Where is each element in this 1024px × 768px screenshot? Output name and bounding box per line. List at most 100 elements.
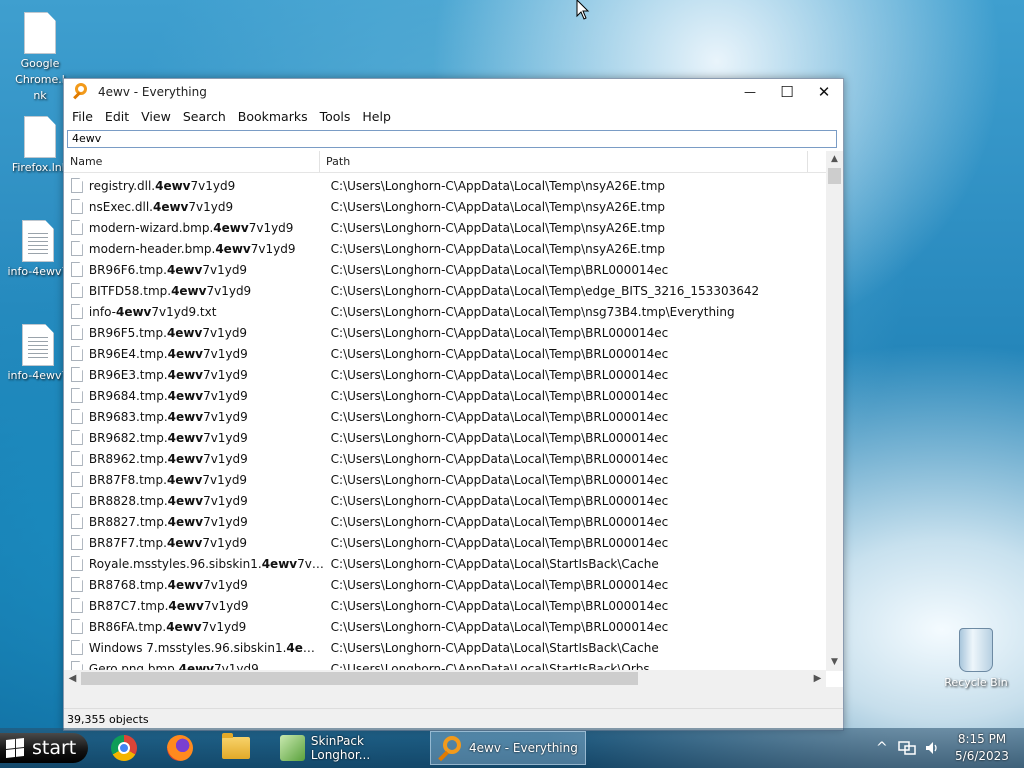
shortcut-file-icon [24, 116, 56, 158]
text-file-icon [22, 324, 54, 366]
table-row[interactable]: BR8962.tmp.4ewv7v1yd9 C:\Users\Longhorn-C… [64, 448, 826, 469]
file-icon [71, 577, 83, 592]
menu-view[interactable]: View [135, 109, 177, 124]
file-icon [71, 283, 83, 298]
table-row[interactable]: registry.dll.4ewv7v1yd9 C:\Users\Longhorn… [64, 175, 826, 196]
close-button[interactable]: ✕ [805, 79, 843, 105]
column-header: Name Path [64, 151, 843, 173]
desktop-icon-recycle-bin[interactable]: Recycle Bin [940, 628, 1012, 689]
column-path-header[interactable]: Path [320, 151, 808, 172]
file-path: C:\Users\Longhorn-C\AppData\Local\Temp\B… [330, 514, 669, 529]
file-name: Royale.msstyles.96.sibskin1.4ewv7v1yd9 [88, 556, 325, 571]
table-row[interactable]: BR87F7.tmp.4ewv7v1yd9 C:\Users\Longhorn-C… [64, 532, 826, 553]
file-name: BR87C7.tmp.4ewv7v1yd9 [88, 598, 249, 613]
table-row[interactable]: Windows 7.msstyles.96.sibskin1.4ewv7v1..… [64, 637, 826, 658]
start-button[interactable]: start [0, 733, 88, 763]
clock[interactable]: 8:15 PM 5/6/2023 [946, 731, 1018, 765]
file-name: modern-header.bmp.4ewv7v1yd9 [88, 241, 296, 256]
vertical-scroll-thumb[interactable] [828, 168, 841, 184]
file-name: BITFD58.tmp.4ewv7v1yd9 [88, 283, 252, 298]
minimize-button[interactable]: — [731, 79, 769, 105]
table-row[interactable]: BR87C7.tmp.4ewv7v1yd9 C:\Users\Longhorn-C… [64, 595, 826, 616]
table-row[interactable]: BR96E4.tmp.4ewv7v1yd9 C:\Users\Longhorn-C… [64, 343, 826, 364]
table-row[interactable]: BR96F6.tmp.4ewv7v1yd9 C:\Users\Longhorn-C… [64, 259, 826, 280]
file-path: C:\Users\Longhorn-C\AppData\Local\Temp\B… [330, 388, 669, 403]
file-name: BR8768.tmp.4ewv7v1yd9 [88, 577, 248, 592]
maximize-button[interactable]: ☐ [768, 79, 806, 105]
menu-tools[interactable]: Tools [314, 109, 357, 124]
desktop-icon-label: Google Chrome.lnk [15, 57, 65, 102]
table-row[interactable]: Royale.msstyles.96.sibskin1.4ewv7v1yd9 C:… [64, 553, 826, 574]
title-bar[interactable]: 4ewv - Everything — ☐ ✕ [64, 79, 843, 105]
file-name: registry.dll.4ewv7v1yd9 [88, 178, 236, 193]
table-row[interactable]: info-4ewv7v1yd9.txt C:\Users\Longhorn-C\A… [64, 301, 826, 322]
table-row[interactable]: nsExec.dll.4ewv7v1yd9 C:\Users\Longhorn-C… [64, 196, 826, 217]
file-icon [71, 451, 83, 466]
table-row[interactable]: BR9684.tmp.4ewv7v1yd9 C:\Users\Longhorn-C… [64, 385, 826, 406]
file-path: C:\Users\Longhorn-C\AppData\Local\Temp\n… [330, 220, 666, 235]
file-icon [71, 325, 83, 340]
horizontal-scrollbar[interactable]: ◀ ▶ [64, 670, 826, 687]
file-name: BR9682.tmp.4ewv7v1yd9 [88, 430, 248, 445]
object-count: 39,355 objects [67, 713, 149, 726]
file-icon [71, 304, 83, 319]
windows-flag-icon [6, 738, 24, 758]
everything-magnifier-icon [72, 82, 92, 102]
menu-bar: File Edit View Search Bookmarks Tools He… [64, 105, 843, 127]
file-icon [71, 514, 83, 529]
table-row[interactable]: BR96E3.tmp.4ewv7v1yd9 C:\Users\Longhorn-C… [64, 364, 826, 385]
search-input[interactable]: 4ewv [67, 130, 837, 148]
table-row[interactable]: BR87F8.tmp.4ewv7v1yd9 C:\Users\Longhorn-C… [64, 469, 826, 490]
file-path: C:\Users\Longhorn-C\AppData\Local\Temp\B… [330, 535, 669, 550]
clock-time: 8:15 PM [957, 732, 1007, 746]
menu-edit[interactable]: Edit [99, 109, 135, 124]
volume-icon[interactable] [924, 740, 940, 756]
taskbar-firefox[interactable] [164, 732, 196, 764]
file-name: modern-wizard.bmp.4ewv7v1yd9 [88, 220, 294, 235]
everything-magnifier-icon [437, 735, 463, 762]
column-name-header[interactable]: Name [64, 151, 320, 172]
file-name: BR9684.tmp.4ewv7v1yd9 [88, 388, 248, 403]
scroll-up-icon[interactable]: ▲ [826, 151, 843, 168]
task-skinpack[interactable]: SkinPack Longhor... [274, 731, 422, 765]
mouse-cursor-icon [576, 0, 590, 20]
file-path: C:\Users\Longhorn-C\AppData\Local\Temp\B… [330, 451, 669, 466]
show-hidden-icons-icon[interactable]: ^ [876, 740, 888, 756]
file-icon [71, 493, 83, 508]
table-row[interactable]: modern-header.bmp.4ewv7v1yd9 C:\Users\Lon… [64, 238, 826, 259]
menu-help[interactable]: Help [356, 109, 397, 124]
vertical-scrollbar[interactable]: ▲ ▼ [826, 151, 843, 671]
table-row[interactable]: BR86FA.tmp.4ewv7v1yd9 C:\Users\Longhorn-C… [64, 616, 826, 637]
clock-date: 5/6/2023 [955, 749, 1009, 763]
file-path: C:\Users\Longhorn-C\AppData\Local\StartI… [330, 556, 659, 571]
table-row[interactable]: BR96F5.tmp.4ewv7v1yd9 C:\Users\Longhorn-C… [64, 322, 826, 343]
menu-file[interactable]: File [66, 109, 99, 124]
table-row[interactable]: BR8768.tmp.4ewv7v1yd9 C:\Users\Longhorn-C… [64, 574, 826, 595]
task-everything[interactable]: 4ewv - Everything [430, 731, 586, 765]
file-name: BR8962.tmp.4ewv7v1yd9 [88, 451, 248, 466]
table-row[interactable]: modern-wizard.bmp.4ewv7v1yd9 C:\Users\Lon… [64, 217, 826, 238]
table-row[interactable]: BR9682.tmp.4ewv7v1yd9 C:\Users\Longhorn-C… [64, 427, 826, 448]
network-icon[interactable] [897, 740, 916, 756]
menu-bookmarks[interactable]: Bookmarks [232, 109, 314, 124]
taskbar-explorer[interactable] [220, 732, 252, 764]
scroll-right-icon[interactable]: ▶ [809, 670, 826, 687]
file-name: BR87F7.tmp.4ewv7v1yd9 [88, 535, 248, 550]
table-row[interactable]: BR9683.tmp.4ewv7v1yd9 C:\Users\Longhorn-C… [64, 406, 826, 427]
table-row[interactable]: BR8828.tmp.4ewv7v1yd9 C:\Users\Longhorn-C… [64, 490, 826, 511]
scroll-left-icon[interactable]: ◀ [64, 670, 81, 687]
file-icon [71, 220, 83, 235]
table-row[interactable]: BITFD58.tmp.4ewv7v1yd9 C:\Users\Longhorn-… [64, 280, 826, 301]
file-name: Windows 7.msstyles.96.sibskin1.4ewv7v1..… [88, 640, 325, 655]
file-path: C:\Users\Longhorn-C\AppData\Local\Temp\B… [330, 577, 669, 592]
taskbar-chrome[interactable] [108, 732, 140, 764]
file-path: C:\Users\Longhorn-C\AppData\Local\Temp\e… [330, 283, 760, 298]
menu-search[interactable]: Search [177, 109, 232, 124]
file-icon [71, 598, 83, 613]
file-icon [71, 199, 83, 214]
horizontal-scroll-thumb[interactable] [81, 672, 638, 685]
scroll-down-icon[interactable]: ▼ [826, 654, 843, 671]
file-icon [71, 535, 83, 550]
results-list: Name Path registry.dll.4ewv7v1yd9 C:\User… [64, 151, 843, 687]
table-row[interactable]: BR8827.tmp.4ewv7v1yd9 C:\Users\Longhorn-C… [64, 511, 826, 532]
